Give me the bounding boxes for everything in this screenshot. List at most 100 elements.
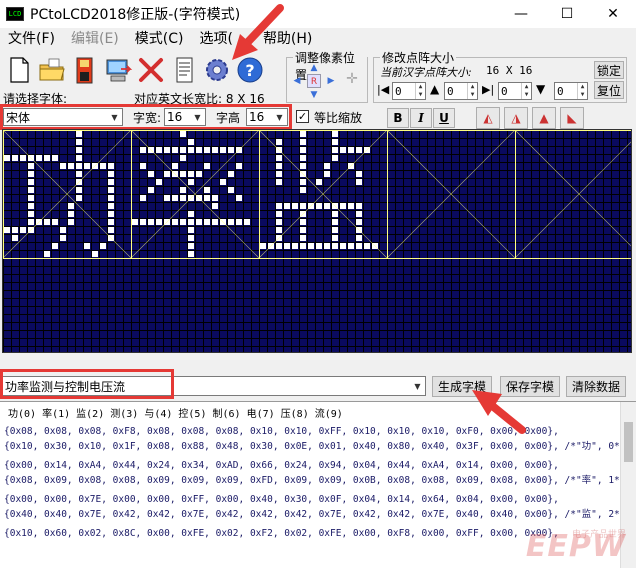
glyph-preview: [3, 130, 631, 259]
output-textarea[interactable]: 功(0) 率(1) 监(2) 测(3) 与(4) 控(5) 制(6) 电(7) …: [0, 401, 636, 568]
pixel-on: [100, 163, 106, 169]
pixel-on: [300, 163, 306, 169]
spin-left[interactable]: 0 ▲ ▼: [392, 82, 426, 100]
spin-bottom[interactable]: 0 ▲ ▼: [554, 82, 588, 100]
center-reset-button[interactable]: R: [307, 74, 321, 88]
pixel-on: [44, 219, 50, 225]
pixel-on: [132, 219, 138, 225]
pixel-on: [148, 187, 154, 193]
computer-export-icon: [106, 59, 132, 82]
flip-vertical-icon: ◣: [567, 111, 577, 125]
pixel-on: [172, 219, 178, 225]
pixel-on: [300, 187, 306, 193]
pixel-on: [28, 195, 34, 201]
annotation-arrow-generate: [472, 390, 526, 434]
export-button[interactable]: [101, 52, 134, 88]
delete-button[interactable]: [134, 52, 167, 88]
char-cell-diagonal: [514, 141, 631, 259]
pixel-on: [276, 203, 282, 209]
maximize-button[interactable]: ☐: [544, 0, 590, 28]
rotate-left-button[interactable]: ◭: [476, 107, 500, 129]
pixel-on: [76, 131, 82, 137]
pixel-on: [356, 171, 362, 177]
reset-button[interactable]: 复位: [594, 81, 624, 99]
spin-top[interactable]: 0 ▲ ▼: [444, 82, 478, 100]
clear-data-button[interactable]: 清除数据: [566, 376, 626, 397]
spin-right[interactable]: 0 ▲ ▼: [498, 82, 532, 100]
menu-edit[interactable]: 编辑(E): [63, 28, 127, 50]
toolbar: ?: [0, 50, 266, 90]
pixel-on: [324, 243, 330, 249]
skip-end-icon: ▶|: [482, 83, 495, 96]
pixel-on: [196, 147, 202, 153]
code-line: {0x08, 0x09, 0x08, 0x08, 0x09, 0x09, 0x0…: [4, 475, 626, 486]
pixel-on: [76, 155, 82, 161]
title-bar: LCD PCtoLCD2018修正版-(字符模式) — ☐ ✕: [0, 0, 636, 28]
pixel-on: [300, 235, 306, 241]
crosshair-icon: ✛: [346, 71, 358, 87]
document-button[interactable]: [167, 52, 200, 88]
rotate-right-button[interactable]: ◮: [504, 107, 528, 129]
pixel-on: [284, 203, 290, 209]
open-folder-button[interactable]: [35, 52, 68, 88]
italic-button[interactable]: I: [410, 108, 432, 128]
pixel-on: [324, 203, 330, 209]
move-right-button[interactable]: ▶: [323, 75, 339, 87]
pixel-on: [164, 195, 170, 201]
menu-file[interactable]: 文件(F): [0, 28, 63, 50]
pixel-on: [4, 227, 10, 233]
pixel-on: [68, 219, 74, 225]
pixel-on: [356, 179, 362, 185]
code-line: {0x10, 0x30, 0x10, 0x1F, 0x08, 0x88, 0x4…: [4, 441, 626, 452]
move-down-button[interactable]: ▼: [307, 89, 321, 101]
pixel-on: [12, 155, 18, 161]
pixel-on: [228, 147, 234, 153]
proportional-checkbox[interactable]: ✓: [296, 110, 309, 123]
minimize-button[interactable]: —: [498, 0, 544, 28]
move-up-button[interactable]: ▲: [307, 62, 321, 74]
save-button[interactable]: [68, 52, 101, 88]
input-highlight: [0, 369, 174, 399]
scroll-thumb[interactable]: [624, 422, 633, 462]
pixel-on: [300, 243, 306, 249]
pixel-on: [52, 219, 58, 225]
pixel-on: [356, 147, 362, 153]
char-cell-frame: [515, 130, 631, 259]
pixel-on: [140, 163, 146, 169]
pixel-on: [204, 147, 210, 153]
pixel-on: [108, 179, 114, 185]
pixel-on: [76, 171, 82, 177]
close-button[interactable]: ✕: [590, 0, 636, 28]
pixel-on: [220, 147, 226, 153]
underline-button[interactable]: U: [433, 108, 455, 128]
flip-vertical-button[interactable]: ◣: [560, 107, 584, 129]
pixel-on: [76, 195, 82, 201]
pixel-on: [180, 171, 186, 177]
dot-matrix-canvas[interactable]: [2, 129, 632, 353]
pixel-on: [276, 163, 282, 169]
flip-horizontal-button[interactable]: ▲: [532, 107, 556, 129]
new-file-button[interactable]: [2, 52, 35, 88]
pixel-on: [332, 139, 338, 145]
pixel-on: [164, 147, 170, 153]
skip-start-icon: |◀: [377, 83, 390, 96]
pixel-on: [76, 147, 82, 153]
pixel-on: [276, 171, 282, 177]
pixel-on: [220, 179, 226, 185]
pixel-on: [316, 179, 322, 185]
pixel-on: [12, 227, 18, 233]
pixel-on: [68, 211, 74, 217]
pixel-on: [140, 195, 146, 201]
pixel-on: [44, 251, 50, 257]
flip-horizontal-icon: ▲: [539, 111, 549, 125]
lock-button[interactable]: 锁定: [594, 61, 624, 79]
bold-button[interactable]: B: [387, 108, 409, 128]
char-index-list: 功(0) 率(1) 监(2) 测(3) 与(4) 控(5) 制(6) 电(7) …: [8, 409, 343, 420]
move-left-button[interactable]: ◀: [289, 75, 305, 87]
pixel-on: [148, 219, 154, 225]
pixel-on: [300, 227, 306, 233]
window-title: PCtoLCD2018修正版-(字符模式): [30, 7, 241, 23]
menu-mode[interactable]: 模式(C): [127, 28, 192, 50]
pixel-on: [188, 139, 194, 145]
pixel-on: [284, 243, 290, 249]
